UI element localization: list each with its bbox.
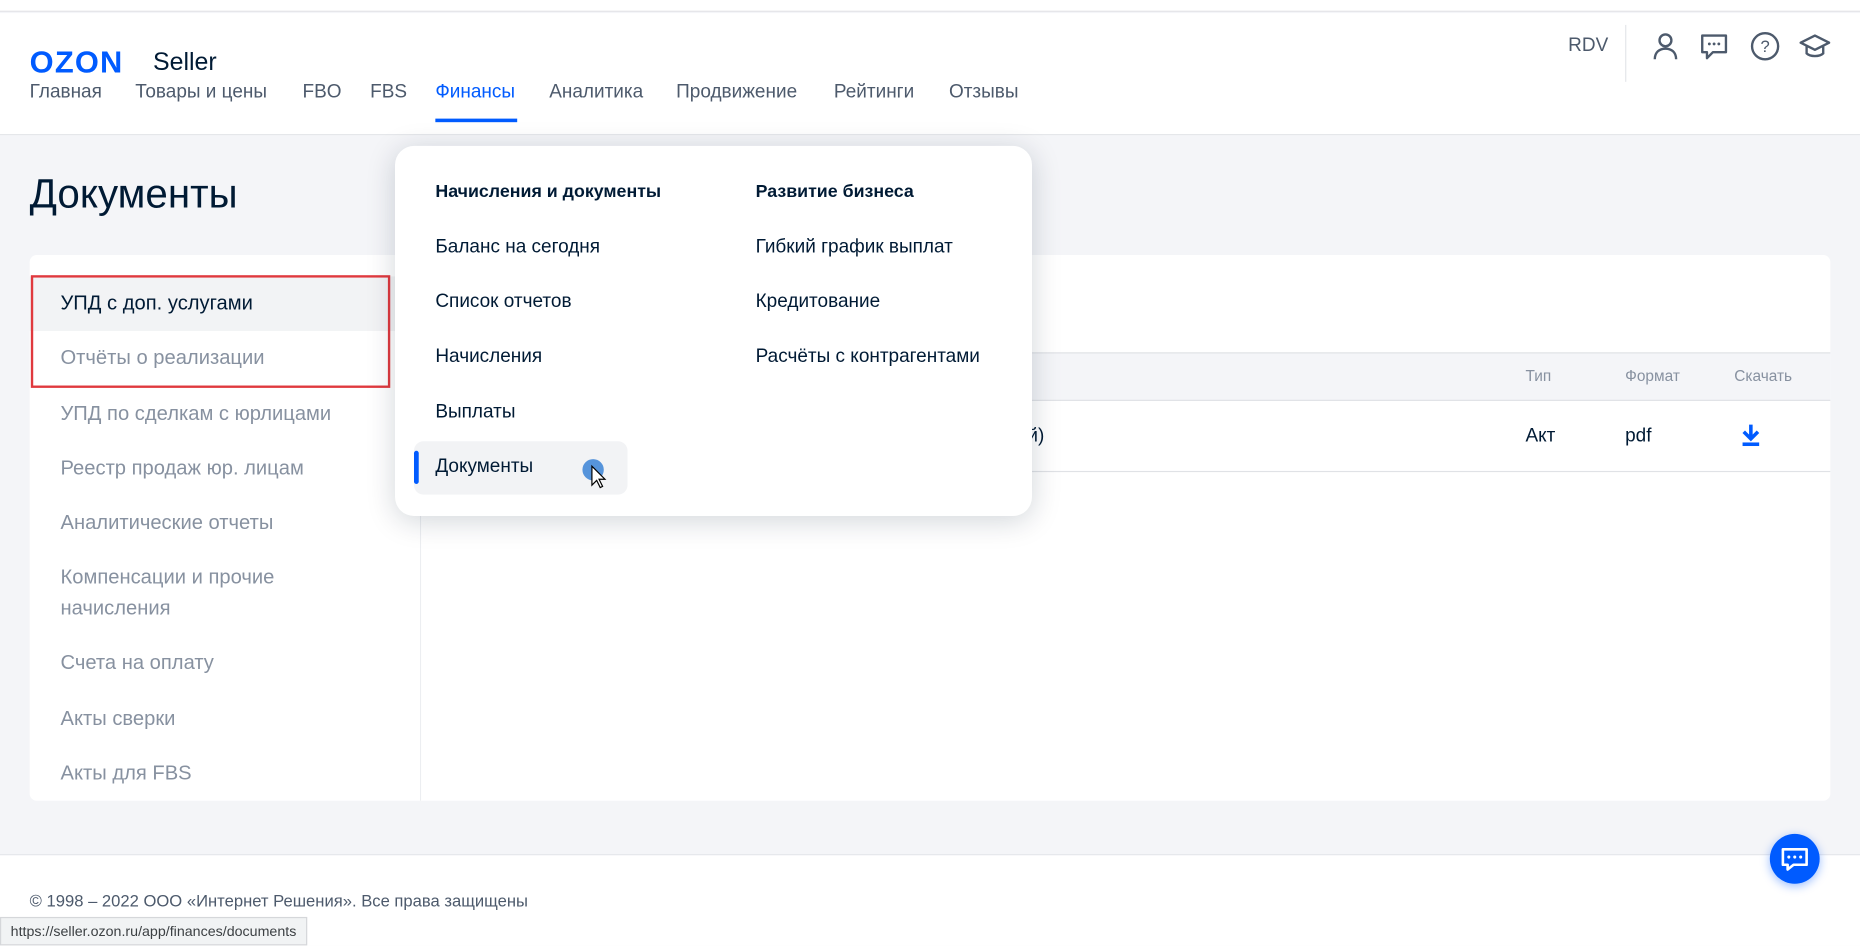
menu-item-documents[interactable]: Документы <box>435 457 533 478</box>
header: OZON Seller RDV ? <box>0 13 1860 136</box>
nav-reviews[interactable]: Отзывы <box>949 82 1019 103</box>
document-type: Акт <box>1525 425 1556 447</box>
nav-fbs[interactable]: FBS <box>370 82 407 103</box>
account-name[interactable]: RDV <box>1568 36 1608 57</box>
sidebar-item-sales-register[interactable]: Реестр продаж юр. лицам <box>30 453 421 484</box>
nav-ratings[interactable]: Рейтинги <box>834 82 914 103</box>
menu-item-crediting[interactable]: Кредитование <box>756 292 881 313</box>
support-chat-button[interactable] <box>1769 833 1820 884</box>
menu-item-counterparties[interactable]: Расчёты с контрагентами <box>756 346 980 367</box>
status-bar-url: https://seller.ozon.ru/app/finances/docu… <box>0 916 308 946</box>
copyright: © 1998 – 2022 ООО «Интернет Решения». Вс… <box>29 890 528 910</box>
divider <box>1625 24 1627 82</box>
seller-logo-text: Seller <box>153 48 217 76</box>
menu-item-flexible-payouts[interactable]: Гибкий график выплат <box>756 237 953 258</box>
ozon-logo[interactable]: OZON <box>30 44 124 81</box>
download-icon[interactable] <box>1740 423 1761 447</box>
nav-promotion[interactable]: Продвижение <box>676 82 797 103</box>
nav-finance[interactable]: Финансы <box>435 82 515 103</box>
menu-item-payouts[interactable]: Выплаты <box>435 402 515 423</box>
browser-strip <box>0 0 1860 12</box>
menu-item-accruals[interactable]: Начисления <box>435 346 542 367</box>
menu-item-balance[interactable]: Баланс на сегодня <box>435 237 600 258</box>
chat-bubble-icon <box>1781 848 1808 871</box>
sidebar-item-upd-legal[interactable]: УПД по сделкам с юрлицами <box>30 399 421 430</box>
page: OZON Seller RDV ? Главная Товары и цены … <box>0 0 1860 946</box>
sidebar-item-compensations[interactable]: Компенсации и прочие начисления <box>30 562 386 624</box>
chat-icon[interactable] <box>1699 31 1730 62</box>
sidebar-item-fbs-acts[interactable]: Акты для FBS <box>30 758 421 789</box>
nav-fbo[interactable]: FBO <box>302 82 341 103</box>
nav-home[interactable]: Главная <box>30 82 102 103</box>
column-download: Скачать <box>1734 366 1793 385</box>
sidebar-item-reconciliation[interactable]: Акты сверки <box>30 703 421 734</box>
page-title: Документы <box>29 172 238 218</box>
nav-products[interactable]: Товары и цены <box>135 82 267 103</box>
help-icon[interactable]: ? <box>1750 31 1781 62</box>
sidebar-item-invoices[interactable]: Счета на оплату <box>30 648 421 679</box>
column-type: Тип <box>1525 366 1552 385</box>
user-icon[interactable] <box>1650 31 1681 62</box>
mouse-cursor-icon <box>582 459 607 489</box>
highlight-box <box>30 275 391 388</box>
document-format: pdf <box>1625 425 1652 447</box>
education-icon[interactable] <box>1799 31 1831 62</box>
menu-heading-accruals: Начисления и документы <box>435 181 662 202</box>
nav-analytics[interactable]: Аналитика <box>549 82 643 103</box>
svg-text:?: ? <box>1760 37 1769 56</box>
column-format: Формат <box>1625 366 1680 385</box>
menu-heading-business: Развитие бизнеса <box>755 181 914 202</box>
menu-item-reports-list[interactable]: Список отчетов <box>435 292 571 313</box>
nav-active-underline <box>435 118 518 123</box>
menu-active-indicator <box>413 450 419 484</box>
sidebar-item-analytics-reports[interactable]: Аналитические отчеты <box>30 508 421 539</box>
